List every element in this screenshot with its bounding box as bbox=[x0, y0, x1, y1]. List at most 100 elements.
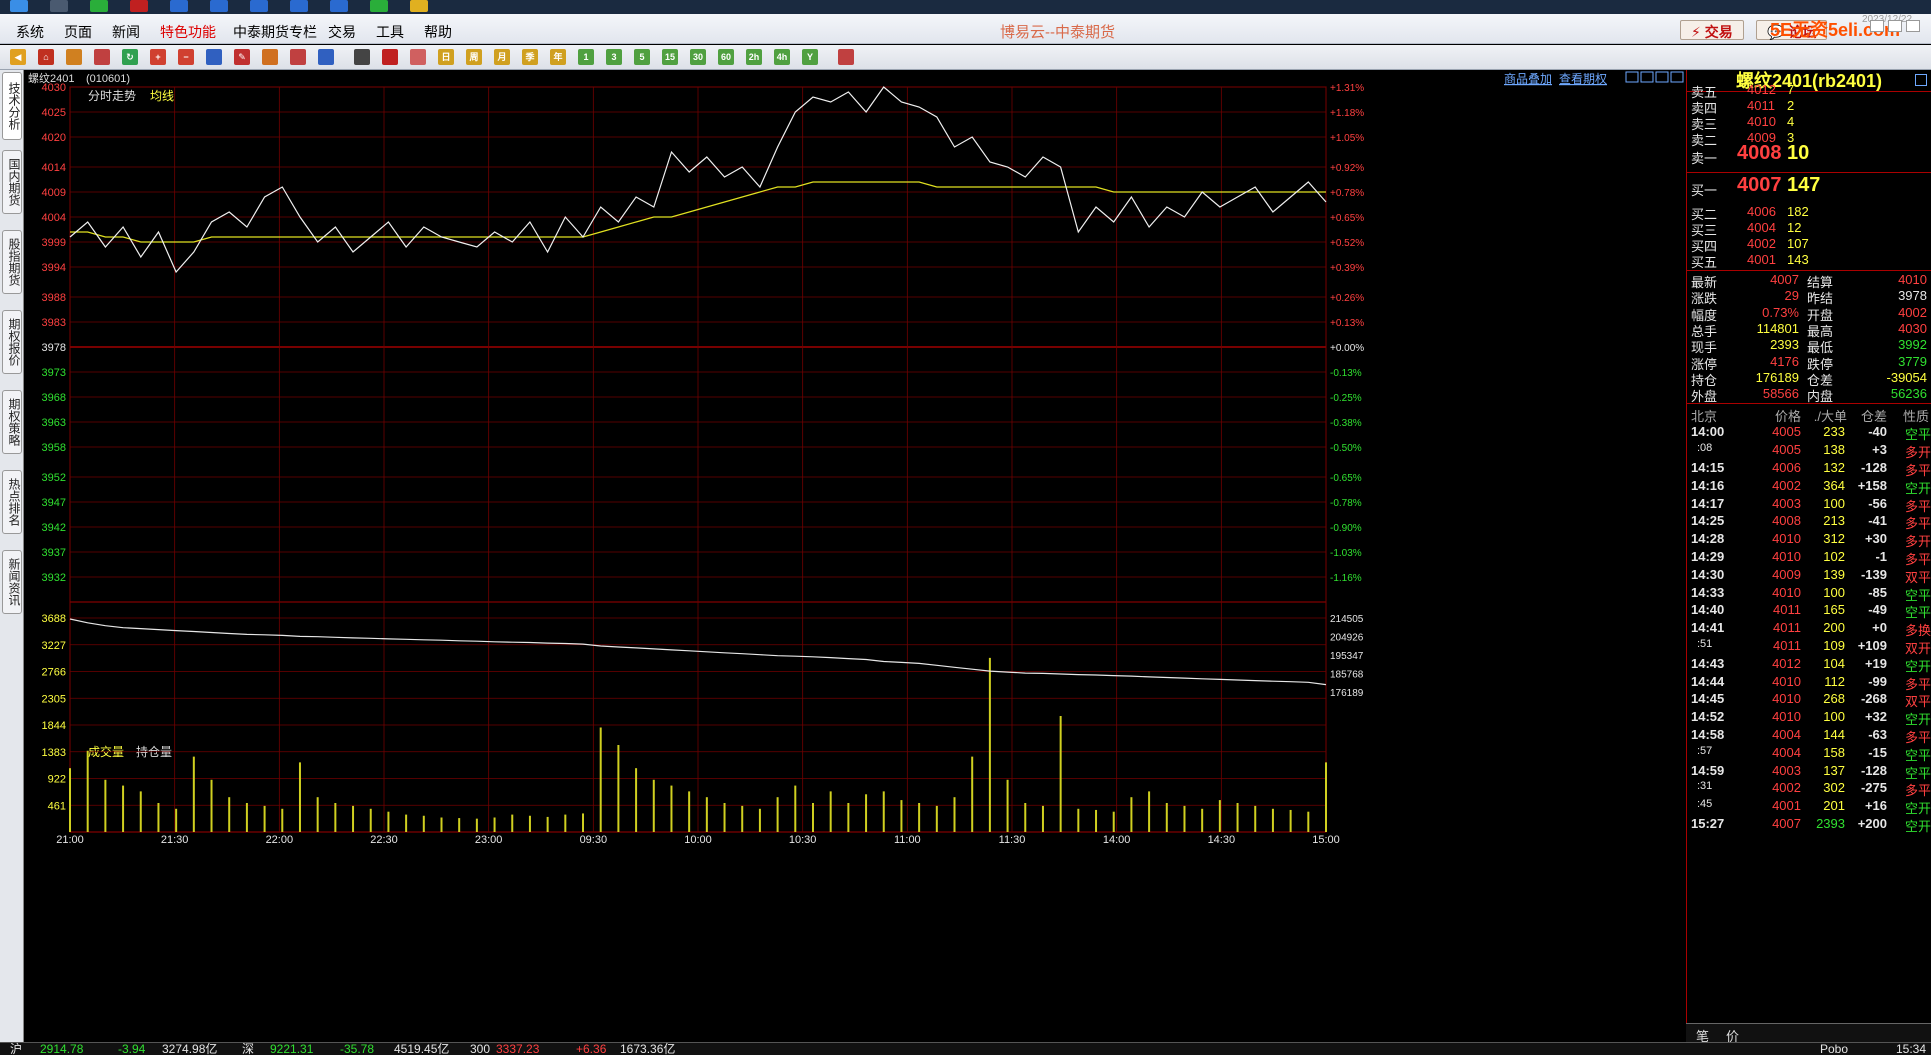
time-tick-label: 14:00 bbox=[1103, 834, 1131, 846]
time-tick-label: 23:00 bbox=[475, 834, 503, 846]
tick-nature: 空平 bbox=[1904, 587, 1931, 603]
ask-price: 4011 bbox=[1747, 98, 1775, 113]
period-15-button[interactable]: 15 bbox=[662, 49, 678, 65]
tab-option-strategy[interactable]: 期权策略 bbox=[2, 390, 22, 454]
week-icon[interactable]: 周 bbox=[466, 49, 482, 65]
stat-value: 4002 bbox=[1898, 304, 1927, 320]
volume-tick-label: 922 bbox=[48, 774, 66, 786]
season-icon[interactable]: 季 bbox=[522, 49, 538, 65]
menu-zhongtai[interactable]: 中泰期货专栏 bbox=[233, 22, 317, 42]
stat-value: 4030 bbox=[1898, 320, 1927, 336]
app-icon[interactable] bbox=[130, 0, 148, 12]
menu-news[interactable]: 新闻 bbox=[112, 22, 140, 42]
minimize-icon[interactable] bbox=[1870, 20, 1884, 32]
overlay-link[interactable]: 商品叠加 bbox=[1504, 71, 1552, 86]
window-icon[interactable] bbox=[206, 49, 222, 65]
sz-label: 深 bbox=[242, 1042, 255, 1055]
zoom-in-icon[interactable]: + bbox=[150, 49, 166, 65]
pct-tick-label: -0.90% bbox=[1330, 523, 1362, 534]
period-3-button[interactable]: 3 bbox=[606, 49, 622, 65]
price-tick-label: 3937 bbox=[42, 547, 66, 559]
window-icon[interactable] bbox=[210, 0, 228, 12]
menu-tools[interactable]: 工具 bbox=[376, 22, 404, 42]
back-icon[interactable]: ◀ bbox=[10, 49, 26, 65]
folder-icon[interactable] bbox=[66, 49, 82, 65]
maximize-icon[interactable] bbox=[1888, 20, 1902, 32]
intraday-chart[interactable]: 螺纹2401 (010601) 商品叠加 查看期权 分时走势 均线 成交量 持仓… bbox=[24, 70, 1686, 1042]
pct-tick-label: +0.52% bbox=[1330, 238, 1364, 249]
trade-button[interactable]: ⚡ 交易 bbox=[1680, 20, 1744, 40]
ask-label: 卖二 bbox=[1691, 133, 1718, 148]
windows-start-icon[interactable] bbox=[10, 0, 28, 12]
calculator-icon[interactable] bbox=[838, 49, 854, 65]
tick-nature: 双开 bbox=[1904, 641, 1931, 656]
view-options-link[interactable]: 查看期权 bbox=[1559, 72, 1607, 86]
tab-news[interactable]: 新闻资讯 bbox=[2, 550, 22, 614]
pct-tick-label: +1.18% bbox=[1330, 108, 1364, 119]
tab-domestic-futures[interactable]: 国内期货 bbox=[2, 150, 22, 214]
period-1-button[interactable]: 1 bbox=[578, 49, 594, 65]
menu-trade[interactable]: 交易 bbox=[328, 22, 356, 42]
refresh-icon[interactable]: ↻ bbox=[122, 49, 138, 65]
filter-icon[interactable] bbox=[290, 49, 306, 65]
oi-tick-label: 214505 bbox=[1330, 614, 1364, 625]
period-y-button[interactable]: Y bbox=[802, 49, 818, 65]
period-30-button[interactable]: 30 bbox=[690, 49, 706, 65]
day-icon[interactable]: 日 bbox=[438, 49, 454, 65]
period-5-button[interactable]: 5 bbox=[634, 49, 650, 65]
tick-nature: 多平 bbox=[1904, 552, 1931, 567]
menu-system[interactable]: 系统 bbox=[16, 22, 44, 42]
close-icon[interactable] bbox=[1906, 20, 1920, 32]
alert-icon[interactable] bbox=[262, 49, 278, 65]
chart-icon[interactable] bbox=[318, 49, 334, 65]
menu-features[interactable]: 特色功能 bbox=[160, 22, 216, 42]
window-icon[interactable] bbox=[250, 0, 268, 12]
price-tick-label: 4014 bbox=[42, 162, 66, 174]
month-icon[interactable]: 月 bbox=[494, 49, 510, 65]
sz-change: -35.78 bbox=[340, 1042, 375, 1055]
time-tick-label: 11:00 bbox=[894, 834, 921, 846]
price-tick-label: 3973 bbox=[42, 367, 66, 379]
search-icon[interactable] bbox=[50, 0, 68, 12]
wechat-icon[interactable] bbox=[90, 0, 108, 12]
window-icon[interactable] bbox=[330, 0, 348, 12]
wechat-icon[interactable] bbox=[370, 0, 388, 12]
ask-price: 4008 bbox=[1737, 142, 1782, 164]
book-icon[interactable] bbox=[94, 49, 110, 65]
time-tick-label: 09:30 bbox=[580, 834, 608, 846]
tick-nature: 空开 bbox=[1904, 801, 1931, 817]
zoom-out-icon[interactable]: − bbox=[178, 49, 194, 65]
price-tick-label: 3947 bbox=[42, 497, 66, 509]
tick-nature: 空平 bbox=[1904, 427, 1931, 443]
table-icon[interactable] bbox=[354, 49, 370, 65]
provider-label: Pobo bbox=[1820, 1042, 1849, 1055]
tick-nature: 多平 bbox=[1904, 676, 1931, 692]
bid-volume: 147 bbox=[1787, 174, 1821, 196]
pen-icon[interactable]: ✎ bbox=[234, 49, 250, 65]
year-icon[interactable]: 年 bbox=[550, 49, 566, 65]
period-4h-button[interactable]: 4h bbox=[774, 49, 790, 65]
chrome-icon[interactable] bbox=[410, 0, 428, 12]
tick-nature: 双平 bbox=[1904, 569, 1931, 585]
ask-label: 卖一 bbox=[1691, 151, 1718, 166]
window-icon[interactable] bbox=[290, 0, 308, 12]
period-60-button[interactable]: 60 bbox=[718, 49, 734, 65]
tab-option-quotes[interactable]: 期权报价 bbox=[2, 310, 22, 374]
menu-page[interactable]: 页面 bbox=[64, 22, 92, 42]
period-2h-button[interactable]: 2h bbox=[746, 49, 762, 65]
price-tick-label: 3994 bbox=[42, 262, 66, 274]
tick-nature: 空开 bbox=[1904, 658, 1931, 674]
kline-icon[interactable] bbox=[410, 49, 426, 65]
menu-help[interactable]: 帮助 bbox=[424, 22, 452, 42]
panel-menu-icon[interactable] bbox=[1915, 74, 1927, 86]
tab-index-futures[interactable]: 股指期货 bbox=[2, 230, 22, 294]
sh-value: 2914.78 bbox=[40, 1042, 84, 1055]
stat-value: 56236 bbox=[1890, 386, 1927, 402]
stat-value: 4010 bbox=[1898, 272, 1927, 287]
pct-tick-label: +0.39% bbox=[1330, 263, 1364, 274]
window-icon[interactable] bbox=[170, 0, 188, 12]
tab-hot-rank[interactable]: 热点排名 bbox=[2, 470, 22, 534]
tab-technical[interactable]: 技术分析 bbox=[2, 72, 22, 140]
home-icon[interactable]: ⌂ bbox=[38, 49, 54, 65]
timeshare-icon[interactable] bbox=[382, 49, 398, 65]
